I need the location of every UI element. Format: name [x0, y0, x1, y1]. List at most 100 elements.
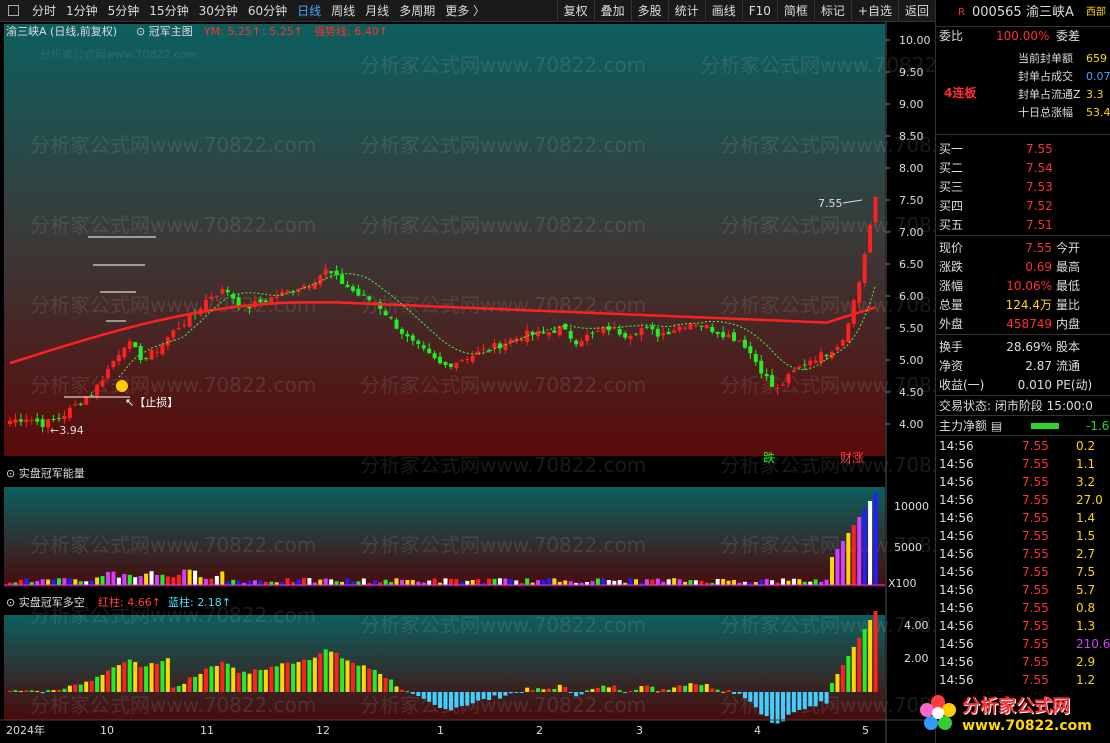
- stock-code: 000565: [972, 5, 1022, 20]
- tab-4[interactable]: 30分钟: [194, 2, 243, 19]
- tool-button-2[interactable]: 多股: [630, 0, 668, 22]
- volume-bar: [650, 579, 655, 585]
- longshort-bar: [62, 688, 67, 692]
- volume-bar: [46, 579, 51, 585]
- price-tick-8: 6.00: [899, 290, 924, 303]
- tool-button-1[interactable]: 叠加: [593, 0, 631, 22]
- tab-10[interactable]: 更多 〉: [440, 2, 490, 19]
- volume-bar: [851, 525, 856, 585]
- longshort-bar: [340, 658, 345, 692]
- tab-5[interactable]: 60分钟: [243, 2, 292, 19]
- tick-time-5: 14:56: [939, 529, 974, 543]
- tick-time-11: 14:56: [939, 637, 974, 651]
- bid-price-4: 7.51: [1026, 218, 1053, 232]
- volume-bar: [193, 570, 198, 585]
- longshort-bar: [764, 692, 769, 717]
- longshort-bar: [487, 692, 492, 701]
- volume-bar: [726, 580, 731, 585]
- tool-button-5[interactable]: F10: [741, 0, 777, 22]
- longshort-bar: [427, 692, 432, 702]
- longshort-bar: [144, 666, 149, 692]
- candle-body: [73, 404, 78, 406]
- tab-1[interactable]: 1分钟: [61, 2, 103, 19]
- tab-7[interactable]: 周线: [326, 2, 360, 19]
- volume-bar: [138, 576, 143, 585]
- tick-row-11: 14:56 7.55 210.6: [936, 635, 1110, 653]
- price-tick-0: 10.00: [899, 34, 931, 47]
- tool-button-6[interactable]: 简框: [776, 0, 814, 22]
- stat-label2-1: 最高: [1056, 260, 1081, 274]
- candle-body: [764, 374, 769, 377]
- longshort-bar: [873, 611, 878, 692]
- bid-label-3: 买四: [939, 199, 964, 213]
- longshort-bar: [18, 691, 23, 693]
- x-tick-3: 12: [316, 724, 330, 737]
- longshort-bar: [541, 689, 546, 692]
- volume-bar: [470, 579, 475, 585]
- volume-bar: [546, 578, 551, 585]
- candle-body: [840, 340, 845, 346]
- tool-button-9[interactable]: 返回: [897, 0, 935, 22]
- longshort-bar: [868, 620, 873, 692]
- tab-8[interactable]: 月线: [360, 2, 394, 19]
- volume-bar: [840, 541, 845, 585]
- window-icon[interactable]: [8, 5, 19, 16]
- blue-bar-label: 蓝柱: 2.18↑: [168, 595, 231, 609]
- longshort-bar: [470, 692, 475, 704]
- candle-body: [67, 407, 72, 419]
- longshort-bar: [465, 692, 470, 706]
- volume-bar: [797, 579, 802, 585]
- watermark-24: 分析家公式网www.70822.com: [360, 693, 646, 717]
- candle-body: [29, 420, 34, 422]
- tick-row-12: 14:56 7.55 2.9: [936, 653, 1110, 671]
- candle-body: [361, 294, 366, 296]
- volume-bar: [203, 578, 208, 585]
- longshort-bar: [8, 690, 12, 692]
- watermark-4: 分析家公式网www.70822.com: [360, 133, 646, 157]
- candle-body: [693, 324, 698, 326]
- tool-button-8[interactable]: +自选: [850, 0, 898, 22]
- longshort-bar: [612, 685, 617, 692]
- candle-body: [672, 330, 677, 333]
- longshort-bar: [133, 662, 138, 692]
- kline-chart[interactable]: 分析家公式网www.70822.com 分析家公式网www.70822.com 分析…: [0, 22, 935, 743]
- volume-bar: [764, 578, 769, 585]
- tab-3[interactable]: 15分钟: [144, 2, 193, 19]
- longshort-bar: [367, 668, 372, 692]
- candle-body: [389, 317, 394, 319]
- candle-body: [704, 324, 709, 329]
- volume-bar: [824, 579, 829, 585]
- candle-body: [465, 359, 470, 361]
- x-tick-8: 5: [862, 724, 869, 737]
- tool-button-7[interactable]: 标记: [813, 0, 851, 22]
- volume-bar: [443, 578, 448, 585]
- tool-button-0[interactable]: 复权: [556, 0, 594, 22]
- volume-bar: [448, 578, 453, 585]
- tick-price-10: 7.55: [1022, 619, 1049, 633]
- longshort-bar: [628, 690, 633, 692]
- longshort-bar: [721, 691, 726, 693]
- candle-body: [492, 343, 497, 349]
- ym2-label: : 5.25↑: [262, 25, 303, 38]
- candle-body: [263, 300, 268, 303]
- tab-2[interactable]: 5分钟: [103, 2, 145, 19]
- volume-bar: [307, 578, 312, 585]
- candle-body: [688, 323, 693, 330]
- volume-bar: [133, 577, 138, 585]
- candle-body: [410, 335, 415, 341]
- tab-0[interactable]: 分时: [27, 2, 61, 19]
- candle-body: [78, 403, 83, 405]
- tool-button-3[interactable]: 统计: [667, 0, 705, 22]
- volume-bar: [247, 580, 252, 585]
- volume-bar: [394, 578, 399, 585]
- weicha-label: 委差: [1056, 29, 1081, 43]
- tool-button-4[interactable]: 画线: [704, 0, 742, 22]
- tab-6[interactable]: 日线: [292, 2, 326, 19]
- tick-vol-3: 27.0: [1076, 493, 1103, 507]
- volume-bar: [699, 580, 704, 585]
- longshort-bar: [301, 659, 306, 692]
- tab-9[interactable]: 多周期: [394, 2, 440, 19]
- longshort-bar: [220, 661, 225, 692]
- volume-bar: [612, 580, 617, 585]
- candle-body: [726, 334, 731, 338]
